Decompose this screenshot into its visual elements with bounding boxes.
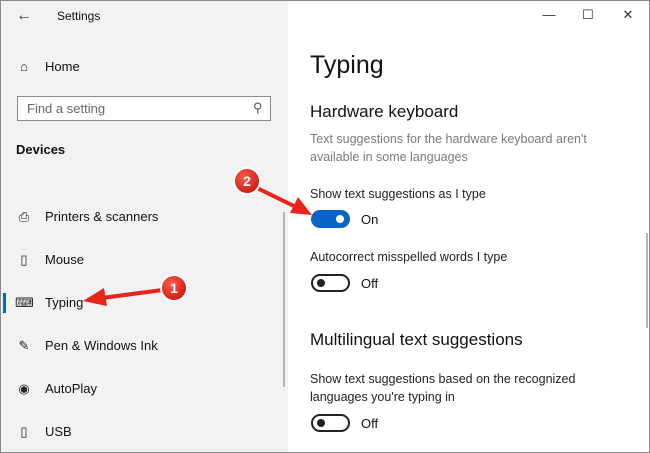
sidebar: ← Settings ⌂ Home ⚲ Devices ⎙ Printers &… (1, 1, 288, 452)
sidebar-item-autoplay[interactable]: ◉ AutoPlay (1, 374, 288, 404)
toggle-knob (317, 419, 325, 427)
search-icon[interactable]: ⚲ (253, 100, 263, 116)
mouse-icon: ▯ (20, 252, 28, 267)
annotation-badge-1-label: 1 (170, 280, 178, 296)
sidebar-scrollbar[interactable] (283, 212, 285, 387)
page-title: Typing (310, 51, 384, 79)
sidebar-item-label: Printers & scanners (45, 209, 159, 224)
settings-window: ← Settings ⌂ Home ⚲ Devices ⎙ Printers &… (0, 0, 650, 453)
pen-icon: ✎ (18, 338, 30, 353)
sidebar-item-label: USB (45, 424, 72, 439)
section-heading: Devices (16, 142, 66, 157)
sidebar-item-pen-windows-ink[interactable]: ✎ Pen & Windows Ink (1, 331, 288, 361)
show-suggestions-toggle[interactable] (311, 210, 350, 228)
maximize-icon[interactable]: ☐ (573, 4, 603, 26)
usb-icon: ▯ (20, 424, 28, 439)
app-title: Settings (57, 9, 101, 23)
close-icon[interactable]: ✕ (613, 4, 643, 26)
minimize-icon[interactable]: — (534, 4, 564, 26)
hardware-keyboard-heading: Hardware keyboard (310, 102, 459, 121)
sidebar-item-mouse[interactable]: ▯ Mouse (1, 245, 288, 275)
keyboard-icon: ⌨ (15, 295, 34, 310)
home-icon: ⌂ (20, 59, 28, 74)
multilingual-state: Off (361, 416, 379, 431)
autocorrect-label: Autocorrect misspelled words I type (310, 250, 508, 264)
sidebar-item-typing[interactable]: ⌨ Typing (1, 288, 288, 318)
sidebar-item-label: AutoPlay (45, 381, 98, 396)
sidebar-item-usb[interactable]: ▯ USB (1, 417, 288, 447)
multilingual-toggle[interactable] (311, 414, 350, 432)
toggle-knob (317, 279, 325, 287)
sidebar-item-label: Pen & Windows Ink (45, 338, 158, 353)
sidebar-item-label: Mouse (45, 252, 85, 267)
hardware-keyboard-note: Text suggestions for the hardware keyboa… (310, 132, 587, 164)
sidebar-item-label: Home (45, 59, 80, 74)
printer-icon: ⎙ (18, 209, 30, 224)
search-box[interactable]: ⚲ (17, 96, 271, 121)
sidebar-item-home[interactable]: ⌂ Home (1, 52, 288, 82)
main-scrollbar[interactable] (646, 233, 648, 328)
multilingual-heading: Multilingual text suggestions (310, 330, 523, 349)
show-suggestions-state: On (361, 212, 379, 227)
search-input[interactable] (27, 97, 242, 120)
autocorrect-state: Off (361, 276, 379, 291)
sidebar-item-printers-scanners[interactable]: ⎙ Printers & scanners (1, 202, 288, 232)
toggle-knob (336, 215, 344, 223)
main-content: — ☐ ✕ Typing Hardware keyboard Text sugg… (288, 1, 649, 452)
annotation-badge-2-label: 2 (243, 173, 251, 189)
autocorrect-toggle[interactable] (311, 274, 350, 292)
sidebar-item-label: Typing (45, 295, 84, 310)
show-suggestions-label: Show text suggestions as I type (310, 187, 486, 201)
autoplay-icon: ◉ (18, 381, 30, 396)
back-arrow-icon[interactable]: ← (15, 7, 33, 25)
multilingual-label: Show text suggestions based on the recog… (310, 372, 576, 404)
